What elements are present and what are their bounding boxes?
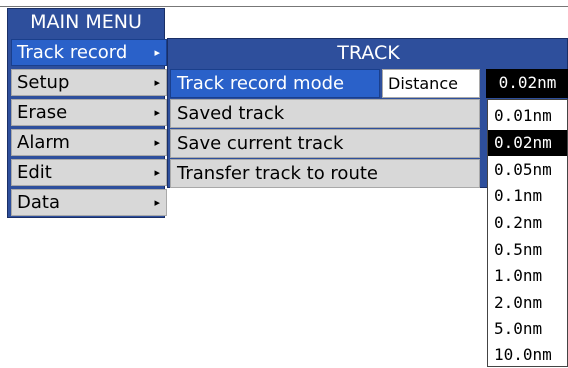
dropdown-option[interactable]: 0.01nm <box>488 103 567 129</box>
menu-item-label: Setup <box>17 72 70 93</box>
chevron-right-icon: ▸ <box>154 166 160 179</box>
menu-item-setup[interactable]: Setup ▸ <box>11 69 167 96</box>
menu-item-erase[interactable]: Erase ▸ <box>11 99 167 126</box>
dropdown-option[interactable]: 2.0nm <box>488 290 567 316</box>
track-item-label: Save current track <box>177 133 344 154</box>
dropdown-option[interactable]: 0.5nm <box>488 237 567 263</box>
main-menu: MAIN MENU Track record ▸ Setup ▸ Erase ▸… <box>7 8 167 218</box>
chevron-right-icon: ▸ <box>154 136 160 149</box>
chevron-right-icon: ▸ <box>154 76 160 89</box>
track-item-saved-track[interactable]: Saved track <box>170 99 480 128</box>
menu-item-label: Data <box>17 192 60 213</box>
menu-item-label: Track record <box>17 42 128 63</box>
track-submenu-title: TRACK <box>337 42 400 64</box>
track-item-label: Saved track <box>177 103 285 124</box>
chevron-right-icon: ▸ <box>154 196 160 209</box>
menu-item-data[interactable]: Data ▸ <box>11 189 167 216</box>
distance-value-field[interactable]: 0.02nm <box>486 69 568 98</box>
menu-item-alarm[interactable]: Alarm ▸ <box>11 129 167 156</box>
chevron-right-icon: ▸ <box>154 46 160 59</box>
track-item-save-current[interactable]: Save current track <box>170 129 480 158</box>
track-item-label: Transfer track to route <box>177 163 378 184</box>
chevron-right-icon: ▸ <box>154 106 160 119</box>
menu-item-edit[interactable]: Edit ▸ <box>11 159 167 186</box>
menu-item-track-record[interactable]: Track record ▸ <box>11 39 167 66</box>
top-divider <box>0 6 568 7</box>
dropdown-option-selected[interactable]: 0.02nm <box>488 130 567 156</box>
distance-dropdown: 0.01nm 0.02nm 0.05nm 0.1nm 0.2nm 0.5nm 1… <box>487 99 568 367</box>
dropdown-option[interactable]: 0.05nm <box>488 157 567 183</box>
menu-item-label: Erase <box>17 102 68 123</box>
dropdown-option[interactable]: 0.2nm <box>488 210 567 236</box>
dropdown-option[interactable]: 0.1nm <box>488 183 567 209</box>
track-item-transfer-route[interactable]: Transfer track to route <box>170 159 480 188</box>
track-mode-field[interactable]: Distance <box>382 69 480 98</box>
track-item-label: Track record mode <box>177 73 345 94</box>
track-item-record-mode[interactable]: Track record mode <box>170 69 380 98</box>
dropdown-option[interactable]: 10.0nm <box>488 342 567 368</box>
main-menu-title: MAIN MENU <box>30 11 142 33</box>
menu-item-label: Edit <box>17 162 52 183</box>
menu-item-label: Alarm <box>17 132 70 153</box>
dropdown-option[interactable]: 1.0nm <box>488 263 567 289</box>
dropdown-option[interactable]: 5.0nm <box>488 316 567 342</box>
